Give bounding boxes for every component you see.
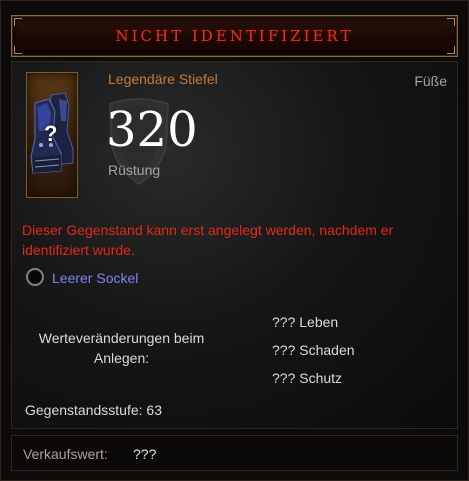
item-name-title: NICHT IDENTIFIZIERT [115,27,354,45]
item-type-label: Legendäre Stiefel [108,71,218,87]
header-corner-ornament [14,18,22,26]
header-corner-ornament [447,46,455,54]
header-corner-ornament [447,18,455,26]
socket-label: Leerer Sockel [52,270,139,286]
stat-line-damage: ??? Schaden [272,342,355,358]
item-details-panel: ? Legendäre Stiefel Füße 320 Rüstung Die… [11,61,458,429]
sell-value-bar: Verkaufswert: ??? [11,435,458,471]
armor-label: Rüstung [108,162,161,178]
armor-value: 320 [106,102,198,158]
item-level: Gegenstandsstufe: 63 [25,402,162,418]
item-icon-frame: ? [26,72,78,198]
stat-line-life: ??? Leben [272,314,339,330]
empty-socket-icon [26,268,44,286]
item-tooltip: NICHT IDENTIFIZIERT ? Legendäre Stiefel … [0,0,469,481]
stats-heading: Werteveränderungen beim Anlegen: [38,330,205,366]
requirement-warning: Dieser Gegenstand kann erst angelegt wer… [22,222,394,258]
item-slot-label: Füße [414,73,447,89]
sell-value-amount: ??? [133,446,157,462]
header-corner-ornament [14,46,22,54]
stat-line-protection: ??? Schutz [272,370,343,386]
unidentified-question-mark: ? [44,121,58,146]
sell-value-label: Verkaufswert: [23,446,108,462]
tooltip-header: NICHT IDENTIFIZIERT [11,15,458,57]
